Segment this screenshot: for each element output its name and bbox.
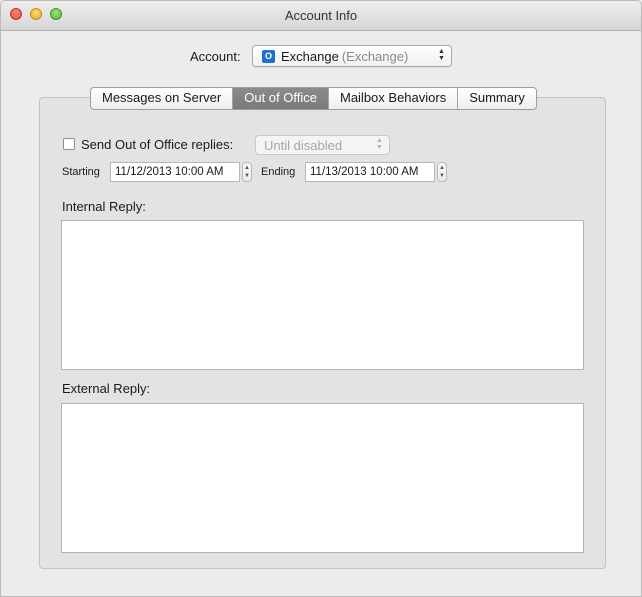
date-range-row: Starting 11/12/2013 10:00 AM ▲ ▼ Ending 1…	[61, 162, 461, 182]
account-type: (Exchange)	[341, 49, 409, 64]
external-reply-textarea[interactable]	[61, 403, 584, 553]
exchange-icon: O	[262, 50, 275, 63]
ending-date-stepper[interactable]: ▲ ▼	[437, 162, 447, 182]
internal-reply-textarea[interactable]	[61, 220, 584, 370]
tab-mailbox-behaviors[interactable]: Mailbox Behaviors	[329, 88, 459, 109]
select-arrows-icon: ▲ ▼	[438, 48, 445, 62]
window-title: Account Info	[284, 8, 358, 23]
account-name: Exchange	[281, 49, 339, 64]
account-selected-value: Exchange (Exchange)	[281, 49, 408, 64]
starting-date-stepper[interactable]: ▲ ▼	[242, 162, 252, 182]
duration-value: Until disabled	[264, 138, 343, 153]
send-ooo-label[interactable]: Send Out of Office replies:	[81, 137, 233, 152]
starting-label: Starting	[62, 166, 100, 178]
ending-label: Ending	[261, 166, 296, 178]
account-select[interactable]: O Exchange (Exchange) ▲ ▼	[252, 45, 452, 67]
account-label: Account:	[190, 49, 241, 64]
tab-bar: Messages on Server Out of Office Mailbox…	[90, 87, 537, 110]
account-info-window: Account Info Account: O Exchange (Exchang…	[0, 0, 642, 597]
select-arrows-icon: ▲ ▼	[376, 137, 383, 151]
duration-select[interactable]: Until disabled ▲ ▼	[255, 135, 390, 155]
internal-reply-label: Internal Reply:	[62, 199, 146, 214]
send-ooo-checkbox[interactable]	[63, 138, 75, 150]
title-bar[interactable]: Account Info	[1, 1, 641, 31]
account-row: Account: O Exchange (Exchange) ▲ ▼	[1, 45, 641, 69]
tab-messages-on-server[interactable]: Messages on Server	[91, 88, 234, 109]
tab-out-of-office[interactable]: Out of Office	[233, 88, 329, 109]
tab-summary[interactable]: Summary	[458, 88, 536, 109]
starting-date-field[interactable]: 11/12/2013 10:00 AM	[110, 162, 240, 182]
external-reply-label: External Reply:	[62, 381, 151, 396]
ending-date-field[interactable]: 11/13/2013 10:00 AM	[305, 162, 435, 182]
